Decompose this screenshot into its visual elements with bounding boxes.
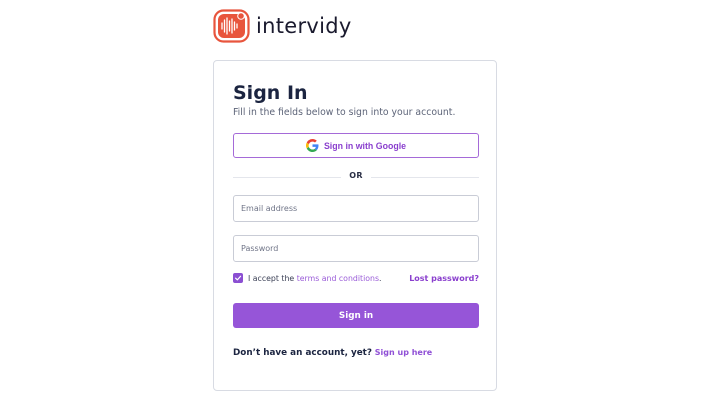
sign-in-card: Sign In Fill in the fields below to sign… xyxy=(213,60,497,391)
divider-line-right xyxy=(371,177,479,178)
signup-prompt: Don’t have an account, yet? xyxy=(233,348,372,358)
checkmark-icon xyxy=(235,275,242,281)
brand-name: intervidy xyxy=(256,13,352,38)
password-input[interactable] xyxy=(233,235,479,262)
terms-suffix: . xyxy=(379,274,382,283)
page-subtitle: Fill in the fields below to sign into yo… xyxy=(233,107,456,118)
terms-prefix: I accept the xyxy=(248,274,297,283)
brand-logo[interactable]: intervidy xyxy=(213,9,352,43)
terms-row: I accept the terms and conditions. Lost … xyxy=(233,273,479,285)
google-button-label: Sign in with Google xyxy=(323,140,407,151)
sign-in-button[interactable]: Sign in xyxy=(233,303,479,328)
google-sign-in-button[interactable]: Sign in with Google xyxy=(233,133,479,158)
or-divider: OR xyxy=(233,171,479,183)
terms-checkbox[interactable] xyxy=(233,273,243,283)
terms-label: I accept the terms and conditions. xyxy=(248,273,382,284)
lost-password-link[interactable]: Lost password? xyxy=(409,274,479,283)
google-icon xyxy=(305,139,319,152)
page-title: Sign In xyxy=(233,82,308,104)
divider-text: OR xyxy=(349,171,363,180)
sign-in-page: intervidy Sign In Fill in the fields bel… xyxy=(0,0,711,400)
email-input[interactable] xyxy=(233,195,479,222)
signup-row: Don’t have an account, yet? Sign up here xyxy=(233,348,432,358)
signup-link[interactable]: Sign up here xyxy=(375,348,432,357)
waveform-icon xyxy=(213,9,250,43)
terms-link[interactable]: terms and conditions xyxy=(297,274,379,283)
